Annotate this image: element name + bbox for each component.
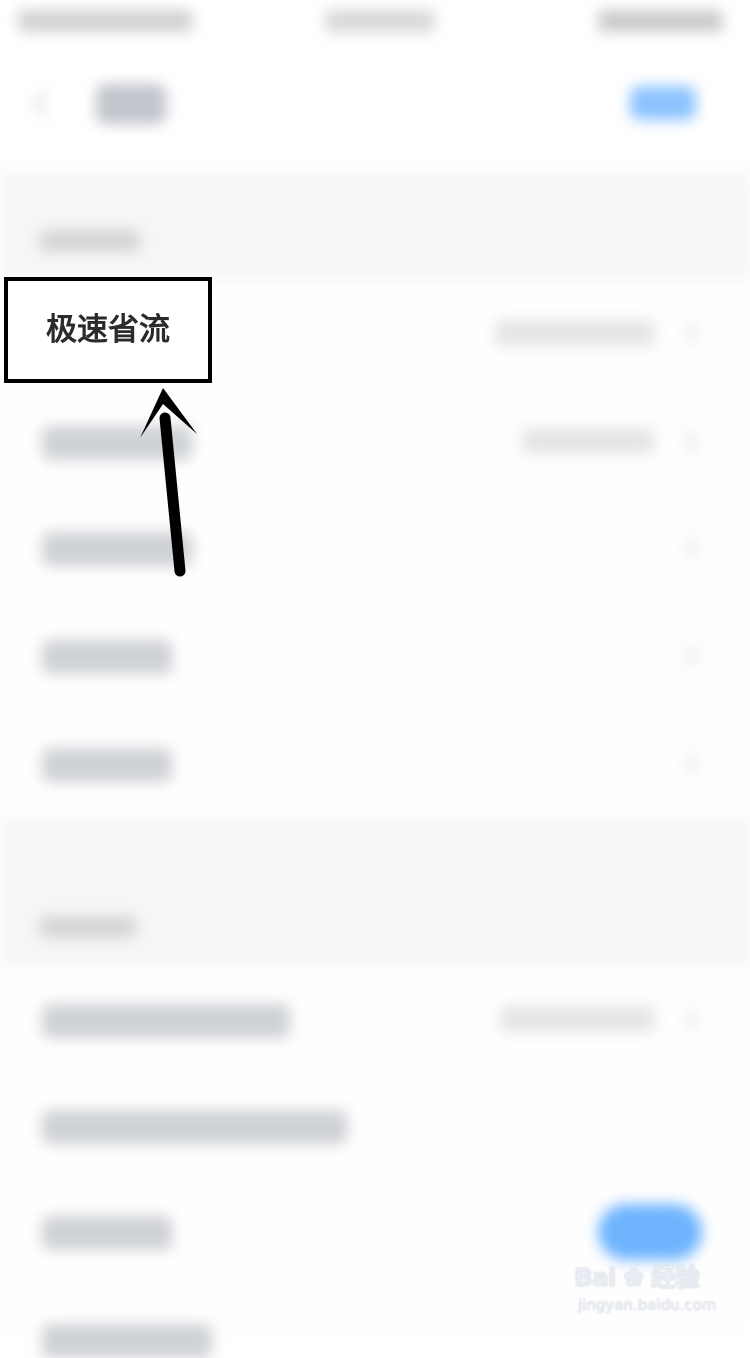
arrow-pointer bbox=[140, 388, 197, 577]
watermark-logo: Bai ❀ 经验 bbox=[574, 1258, 700, 1294]
watermark-logo-text: Bai bbox=[574, 1263, 616, 1292]
watermark-logo-suffix: 经验 bbox=[650, 1263, 700, 1292]
baidu-jingyan-watermark: Bai ❀ 经验 jingyan.baidu.com bbox=[574, 1252, 724, 1324]
paw-icon: ❀ bbox=[623, 1263, 644, 1292]
watermark-url: jingyan.baidu.com bbox=[578, 1296, 717, 1314]
